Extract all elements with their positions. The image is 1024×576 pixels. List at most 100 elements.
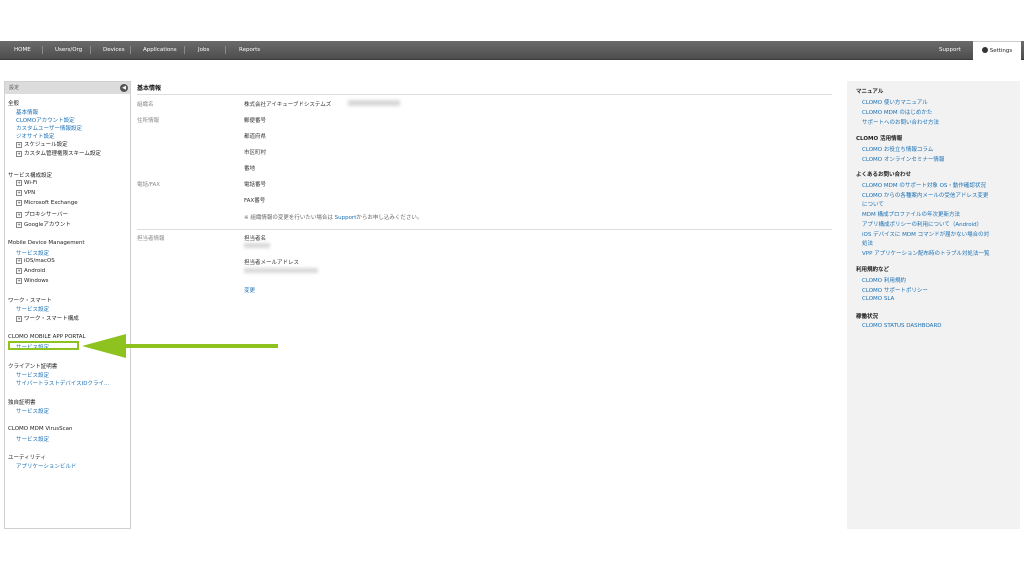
- sidebar-header: 設定 ◀: [5, 82, 130, 94]
- contact-name-label: 担当者名: [244, 236, 267, 242]
- sidebar-item-label: スケジュール設定: [24, 142, 68, 148]
- redacted-text: [244, 243, 270, 248]
- note-text: ※ 組織情報の変更を行いたい場合は: [244, 215, 333, 221]
- expand-icon: +: [16, 212, 22, 218]
- group-own-cert: 独自証明書: [8, 400, 36, 406]
- sidebar-item-basic-info[interactable]: 基本情報: [16, 108, 38, 116]
- usage-link[interactable]: CLOMO オンラインセミナー情報: [862, 155, 944, 163]
- nav-reports[interactable]: Reports: [239, 41, 260, 59]
- faq-link[interactable]: VPP アプリケーション配布時のトラブル対処法一覧: [862, 249, 990, 257]
- terms-link[interactable]: CLOMO サポートポリシー: [862, 286, 928, 294]
- faq-link[interactable]: iOS デバイスに MDM コマンドが届かない場合の対: [862, 230, 989, 238]
- sidebar-item-vpn[interactable]: + VPN: [16, 190, 35, 196]
- sidebar-item-geosite[interactable]: ジオサイト設定: [16, 132, 55, 140]
- usage-heading: CLOMO 活用情報: [856, 136, 903, 142]
- postal-code-field: 郵便番号: [244, 118, 267, 124]
- sidebar-item-custom-permission[interactable]: + カスタム管理権限スキーム設定: [16, 149, 101, 157]
- expand-icon: +: [16, 278, 22, 284]
- nav-separator: [184, 46, 185, 54]
- city-field: 市区町村: [244, 150, 267, 156]
- nav-separator: [130, 46, 131, 54]
- sidebar-item-google-account[interactable]: + Googleアカウント: [16, 220, 71, 228]
- nav-devices[interactable]: Devices: [103, 41, 125, 59]
- group-utility: ユーティリティ: [8, 455, 46, 461]
- nav-separator: [90, 46, 91, 54]
- sidebar-item-own-service[interactable]: サービス設定: [16, 407, 49, 415]
- support-link[interactable]: Support: [335, 215, 357, 221]
- manual-link[interactable]: CLOMO 使い方マニュアル: [862, 98, 928, 106]
- expand-icon: +: [16, 180, 22, 186]
- group-mdm: Mobile Device Management: [8, 240, 85, 246]
- sidebar-item-schedule[interactable]: + スケジュール設定: [16, 140, 68, 148]
- redacted-text: [244, 268, 318, 273]
- expand-icon: +: [16, 190, 22, 196]
- group-work-smart: ワーク・スマート: [8, 298, 52, 304]
- terms-heading: 利用規約など: [856, 267, 890, 273]
- expand-icon: +: [16, 268, 22, 274]
- expand-icon: +: [16, 222, 22, 228]
- prefecture-field: 都道府県: [244, 134, 267, 140]
- sidebar-item-app-build[interactable]: アプリケーションビルド: [16, 462, 76, 470]
- faq-link[interactable]: について: [862, 200, 884, 208]
- org-change-note: ※ 組織情報の変更を行いたい場合は Supportからお申し込みください。: [244, 213, 422, 221]
- collapse-icon[interactable]: ◀: [120, 84, 128, 92]
- divider: [137, 229, 832, 230]
- usage-link[interactable]: CLOMO お役立ち情報コラム: [862, 145, 933, 153]
- sidebar-item-client-service[interactable]: サービス設定: [16, 371, 49, 379]
- sidebar-item-work-config[interactable]: + ワーク・スマート構成: [16, 314, 79, 322]
- sidebar-item-wifi[interactable]: + Wi-Fi: [16, 180, 37, 186]
- sidebar-item-label: VPN: [24, 190, 36, 196]
- sidebar-item-proxy[interactable]: + プロキシサーバー: [16, 210, 68, 218]
- highlight-box: [8, 341, 79, 350]
- expand-icon: +: [16, 151, 22, 157]
- terms-link[interactable]: CLOMO SLA: [862, 296, 894, 302]
- contact-email-label: 担当者メールアドレス: [244, 260, 300, 266]
- org-label: 組織名: [137, 102, 154, 108]
- sidebar-item-ios-macos[interactable]: + iOS/macOS: [16, 258, 55, 264]
- faq-link[interactable]: MDM 構成プロファイルの年次更新方法: [862, 210, 960, 218]
- faq-link[interactable]: CLOMO MDM のサポート対象 OS・動作確認状況: [862, 181, 986, 189]
- sidebar-item-virus-service[interactable]: サービス設定: [16, 435, 49, 443]
- group-client-cert: クライアント証明書: [8, 364, 58, 370]
- org-value: 株式会社アイキューブドシステムズ: [244, 102, 332, 108]
- nav-jobs[interactable]: Jobs: [198, 41, 209, 59]
- sidebar-item-label: Windows: [24, 278, 49, 284]
- expand-icon: +: [16, 258, 22, 264]
- manual-link[interactable]: サポートへのお問い合わせ方法: [862, 118, 939, 126]
- group-virusscan: CLOMO MDM VirusScan: [8, 426, 73, 432]
- sidebar-item-label: Googleアカウント: [24, 222, 71, 228]
- sidebar-item-label: ワーク・スマート構成: [24, 316, 79, 322]
- sidebar-item-cybertrust[interactable]: サイバートラストデバイスIDクライ...: [16, 379, 109, 387]
- faq-link[interactable]: アプリ構成ポリシーの利用について（Android）: [862, 220, 982, 228]
- help-panel: マニュアル CLOMO 使い方マニュアル CLOMO MDM のはじめかた サポ…: [847, 81, 1020, 529]
- group-app-portal: CLOMO MOBILE APP PORTAL: [8, 334, 86, 340]
- sidebar-item-work-service[interactable]: サービス設定: [16, 305, 49, 313]
- sidebar-item-android[interactable]: + Android: [16, 268, 45, 274]
- divider: [137, 94, 832, 95]
- status-dashboard-link[interactable]: CLOMO STATUS DASHBOARD: [862, 323, 942, 329]
- nav-settings-tab[interactable]: Settings: [973, 41, 1021, 61]
- change-link[interactable]: 変更: [244, 286, 255, 294]
- nav-home[interactable]: HOME: [14, 41, 31, 59]
- sidebar-item-custom-user-info[interactable]: カスタムユーザー情報設定: [16, 124, 82, 132]
- faq-link[interactable]: 処法: [862, 239, 873, 247]
- nav-users-org[interactable]: Users/Org: [55, 41, 82, 59]
- sidebar-item-label: Wi-Fi: [24, 180, 38, 186]
- sidebar-item-label: Microsoft Exchange: [24, 200, 78, 206]
- fax-field: FAX番号: [244, 198, 266, 204]
- nav-applications[interactable]: Applications: [143, 41, 177, 59]
- manual-link[interactable]: CLOMO MDM のはじめかた: [862, 108, 932, 116]
- tel-fax-label: 電話/FAX: [137, 182, 161, 188]
- group-service-config: サービス構成設定: [8, 173, 53, 179]
- nav-support[interactable]: Support: [939, 41, 961, 59]
- sidebar-item-clomo-account[interactable]: CLOMOアカウント設定: [16, 116, 75, 124]
- sidebar-title: 設定: [9, 85, 20, 91]
- sidebar-item-windows[interactable]: + Windows: [16, 278, 49, 284]
- sidebar-item-label: iOS/macOS: [24, 258, 55, 264]
- expand-icon: +: [16, 316, 22, 322]
- sidebar-item-mdm-service[interactable]: サービス設定: [16, 249, 49, 257]
- nav-separator: [225, 46, 226, 54]
- terms-link[interactable]: CLOMO 利用規約: [862, 276, 906, 284]
- sidebar-item-exchange[interactable]: + Microsoft Exchange: [16, 200, 78, 206]
- faq-link[interactable]: CLOMO からの各種案内メールの受信アドレス変更: [862, 191, 988, 199]
